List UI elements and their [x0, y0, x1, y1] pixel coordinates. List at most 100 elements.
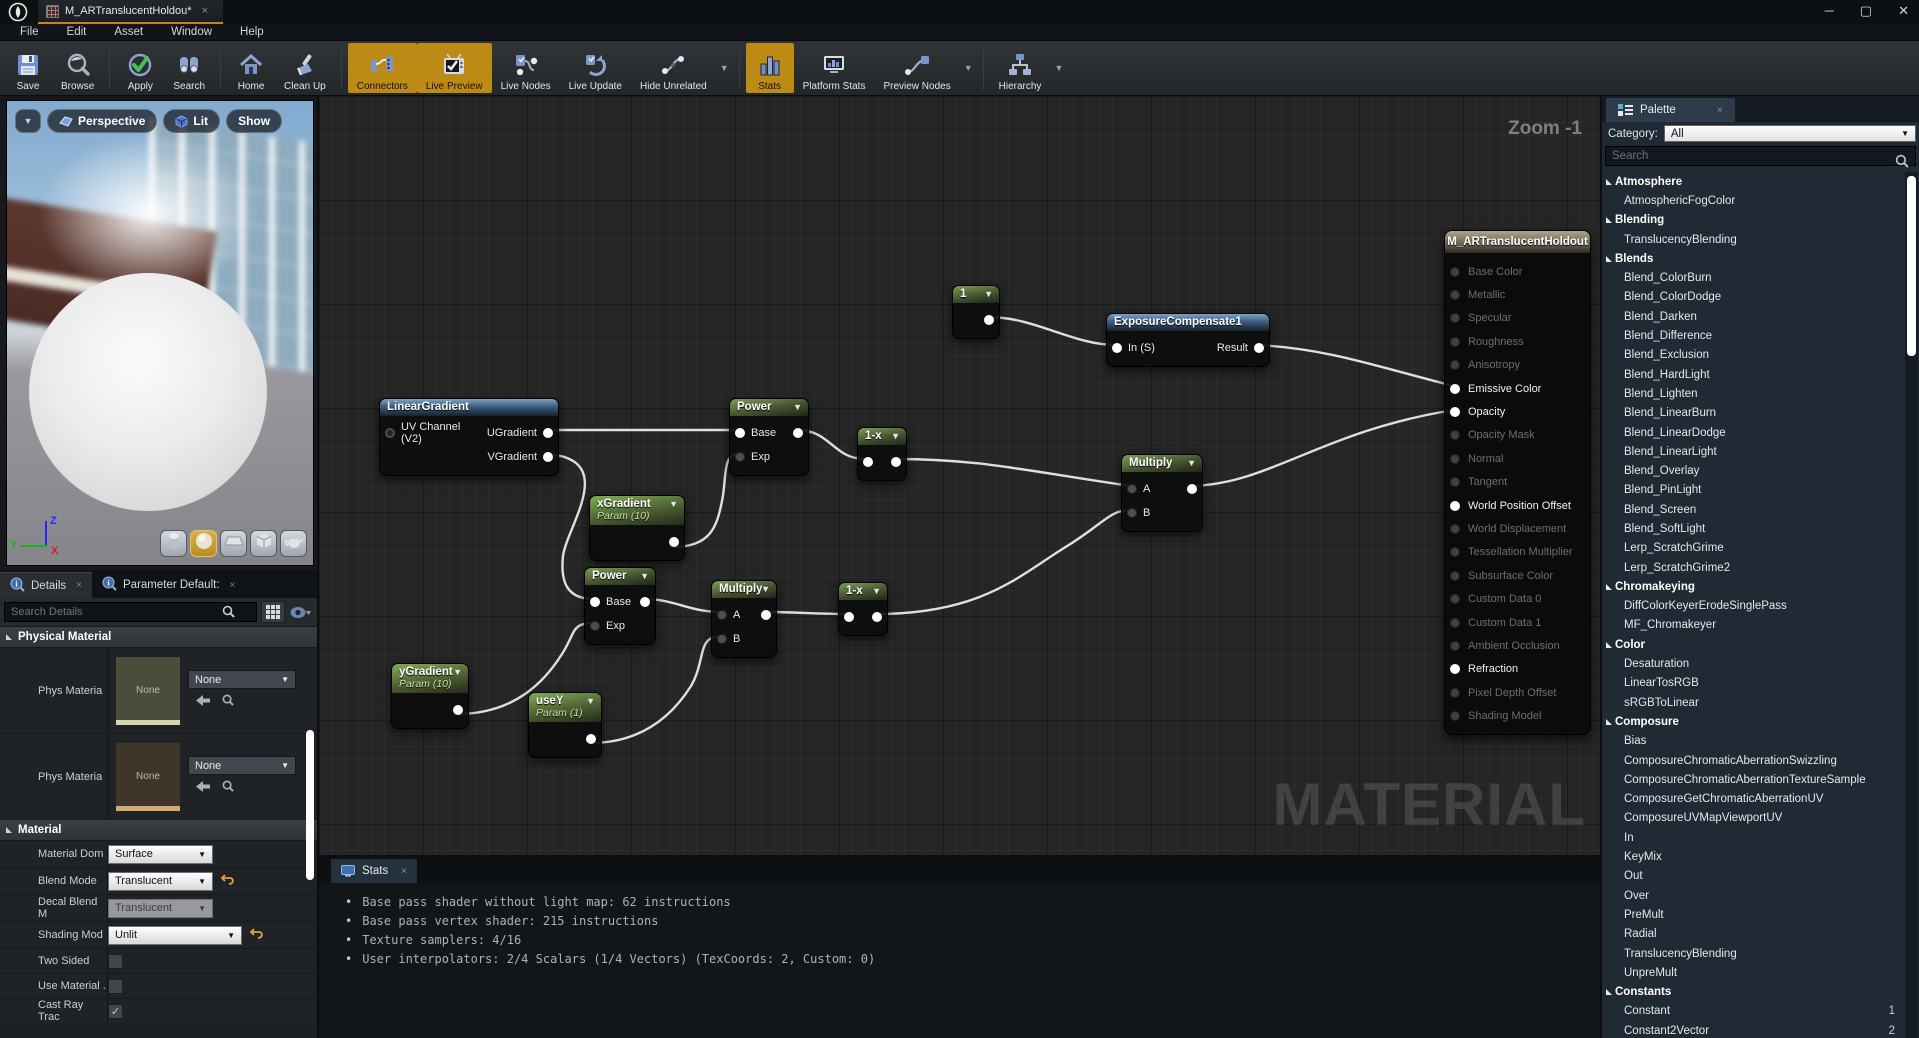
palette-item-blend-exclusion[interactable]: Blend_Exclusion [1602, 346, 1919, 365]
input-pin[interactable] [1127, 484, 1137, 494]
toolbar-button-search[interactable]: Search [164, 43, 214, 93]
input-pin[interactable] [1450, 571, 1460, 581]
shape-button-plane[interactable] [220, 530, 247, 557]
input-pin[interactable] [1450, 501, 1460, 511]
select-material-dom[interactable]: Surface▼ [108, 845, 213, 864]
toolbar-button-browse[interactable]: Browse [52, 43, 103, 93]
palette-item-blend-overlay[interactable]: Blend_Overlay [1602, 461, 1919, 480]
output-pin[interactable] [1187, 484, 1197, 494]
palette-category-blending[interactable]: Blending [1602, 211, 1919, 230]
chevron-down-icon[interactable]: ▼ [761, 584, 770, 594]
input-pin[interactable] [1450, 618, 1460, 628]
palette-item-translucencyblending[interactable]: TranslucencyBlending [1602, 944, 1919, 963]
browse-to-asset-icon[interactable] [222, 779, 234, 797]
output-pin-base-color[interactable]: Base Color [1445, 260, 1590, 283]
chevron-down-icon[interactable]: ▼ [984, 289, 993, 299]
graph-node-one-minus-x-1[interactable]: 1-x▼ [857, 427, 907, 481]
output-pin-custom-data-1[interactable]: Custom Data 1 [1445, 611, 1590, 634]
palette-item-composurechromaticaberrationswizzling[interactable]: ComposureChromaticAberrationSwizzling [1602, 751, 1919, 770]
palette-item-mf-chromakeyer[interactable]: MF_Chromakeyer [1602, 616, 1919, 635]
asset-thumbnail[interactable]: None [116, 743, 180, 811]
palette-tab-close-icon[interactable]: × [1717, 105, 1723, 116]
graph-node-y-gradient[interactable]: yGradientParam (10)▼ [391, 663, 469, 729]
asset-thumbnail[interactable]: None [116, 657, 180, 725]
tab-close-icon[interactable]: × [76, 580, 82, 591]
chevron-down-icon[interactable]: ▼ [960, 63, 977, 73]
show-button[interactable]: Show [226, 109, 282, 133]
palette-item-blend-lighten[interactable]: Blend_Lighten [1602, 384, 1919, 403]
window-close-button[interactable]: ✕ [1898, 3, 1909, 19]
input-pin[interactable] [1450, 384, 1460, 394]
chevron-down-icon[interactable]: ▼ [669, 499, 678, 509]
input-pin[interactable] [735, 428, 745, 438]
reset-to-default-icon[interactable] [221, 874, 234, 888]
input-pin[interactable] [1450, 430, 1460, 440]
toolbar-button-clean-up[interactable]: Clean Up [275, 43, 335, 93]
output-pin-shading-model[interactable]: Shading Model [1445, 704, 1590, 727]
browse-to-asset-icon[interactable] [222, 693, 234, 711]
details-scrollbar[interactable] [306, 730, 314, 880]
graph-node-x-gradient[interactable]: xGradientParam (10)▼ [589, 495, 685, 561]
toolbar-button-hierarchy[interactable]: Hierarchy [990, 43, 1051, 93]
input-pin[interactable] [1450, 407, 1460, 417]
asset-select[interactable]: None▼ [188, 756, 296, 775]
asset-tab[interactable]: M_ARTranslucentHoldou* × [38, 0, 223, 24]
palette-item-in[interactable]: In [1602, 828, 1919, 847]
input-pin[interactable] [863, 457, 873, 467]
input-pin[interactable] [1450, 641, 1460, 651]
output-pin-roughness[interactable]: Roughness [1445, 330, 1590, 353]
palette-item-blend-colordodge[interactable]: Blend_ColorDodge [1602, 288, 1919, 307]
palette-item-blend-hardlight[interactable]: Blend_HardLight [1602, 365, 1919, 384]
chevron-down-icon[interactable]: ▼ [453, 667, 462, 677]
palette-item-blend-screen[interactable]: Blend_Screen [1602, 500, 1919, 519]
output-pin-metallic[interactable]: Metallic [1445, 283, 1590, 306]
palette-item-over[interactable]: Over [1602, 886, 1919, 905]
output-pin-normal[interactable]: Normal [1445, 447, 1590, 470]
graph-node-exposure-compensate-1[interactable]: ExposureCompensate1In (S)Result [1106, 313, 1270, 367]
palette-item-premult[interactable]: PreMult [1602, 905, 1919, 924]
palette-item-desaturation[interactable]: Desaturation [1602, 654, 1919, 673]
menu-window[interactable]: Window [157, 26, 226, 38]
output-pin-subsurface-color[interactable]: Subsurface Color [1445, 564, 1590, 587]
input-pin[interactable] [1450, 477, 1460, 487]
chevron-down-icon[interactable]: ▼ [793, 402, 802, 412]
palette-item-blend-linearburn[interactable]: Blend_LinearBurn [1602, 404, 1919, 423]
input-pin[interactable] [717, 610, 727, 620]
chevron-down-icon[interactable]: ▼ [716, 63, 733, 73]
chevron-down-icon[interactable]: ▼ [586, 696, 595, 706]
output-pin[interactable] [984, 315, 994, 325]
preview-viewport[interactable]: Z Y X ▼ Perspective Lit Show [6, 100, 314, 566]
shape-button-cylinder[interactable] [160, 530, 187, 557]
output-pin-ambient-occlusion[interactable]: Ambient Occlusion [1445, 634, 1590, 657]
output-pin-emissive-color[interactable]: Emissive Color [1445, 377, 1590, 400]
select-blend-mode[interactable]: Translucent▼ [108, 872, 213, 891]
toolbar-button-stats[interactable]: Stats [746, 43, 794, 93]
output-pin-opacity-mask[interactable]: Opacity Mask [1445, 424, 1590, 447]
toolbar-button-apply[interactable]: Apply [116, 43, 164, 93]
use-selected-icon[interactable] [196, 693, 210, 711]
graph-node-constant-1[interactable]: 1▼ [952, 285, 1000, 339]
toolbar-button-hide-unrelated[interactable]: Hide Unrelated [631, 43, 716, 93]
input-pin[interactable] [1112, 343, 1122, 353]
shape-button-cube[interactable] [250, 530, 277, 557]
lit-button[interactable]: Lit [163, 109, 220, 133]
palette-item-blend-difference[interactable]: Blend_Difference [1602, 326, 1919, 345]
input-pin[interactable] [1450, 664, 1460, 674]
palette-item-composureuvmapviewportuv[interactable]: ComposureUVMapViewportUV [1602, 809, 1919, 828]
asset-select[interactable]: None▼ [188, 670, 296, 689]
input-pin[interactable] [844, 612, 854, 622]
chevron-down-icon[interactable]: ▼ [1050, 63, 1067, 73]
toolbar-button-platform-stats[interactable]: Platform Stats [794, 43, 875, 93]
input-pin[interactable] [1450, 337, 1460, 347]
graph-node-use-y[interactable]: useYParam (1)▼ [528, 692, 602, 758]
output-pin[interactable] [669, 537, 679, 547]
toolbar-button-live-preview[interactable]: Live Preview [417, 43, 492, 93]
output-pin-specular[interactable]: Specular [1445, 307, 1590, 330]
palette-item-lineartosrgb[interactable]: LinearTosRGB [1602, 674, 1919, 693]
palette-item-diffcolorkeyererodesinglepass[interactable]: DiffColorKeyerErodeSinglePass [1602, 597, 1919, 616]
input-pin[interactable] [735, 452, 745, 462]
output-pin[interactable] [891, 457, 901, 467]
input-pin[interactable] [1450, 594, 1460, 604]
palette-search-input[interactable] [1605, 146, 1916, 166]
shape-button-sphere[interactable] [190, 530, 217, 557]
